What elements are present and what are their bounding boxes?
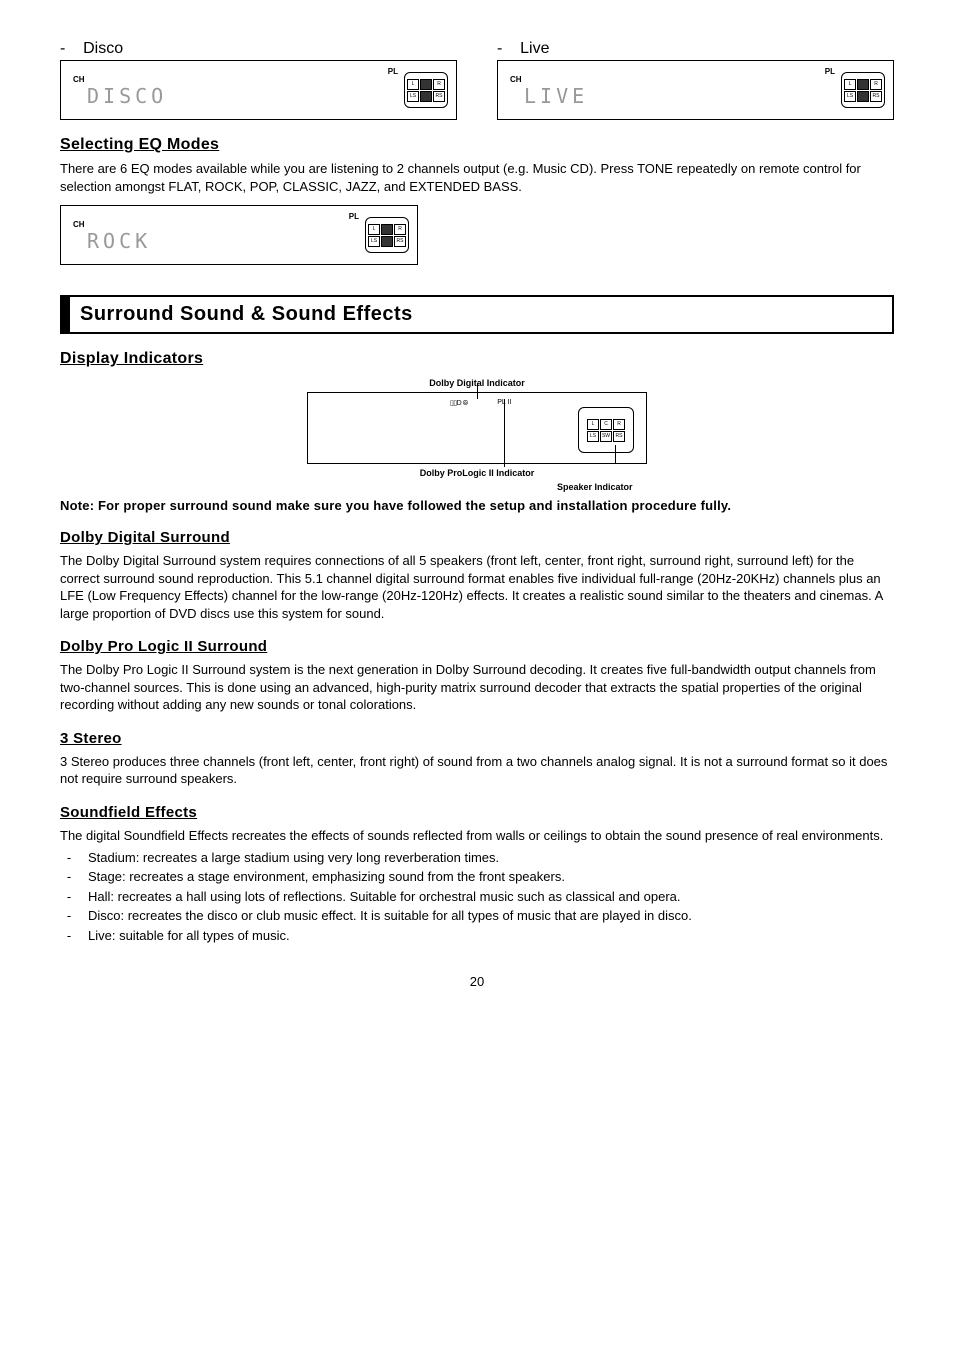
callout-line-icon <box>504 399 505 467</box>
list-item: - Stage: recreates a stage environment, … <box>60 868 894 886</box>
heading-dpl: Dolby Pro Logic II Surround <box>60 638 894 655</box>
note-text: Note: For proper surround sound make sur… <box>60 498 894 513</box>
ch-label: CH <box>73 220 365 229</box>
spk-ls: LS <box>587 431 599 442</box>
callout-line-icon <box>477 383 478 399</box>
heading-dds: Dolby Digital Surround <box>60 529 894 546</box>
eq-para: There are 6 EQ modes available while you… <box>60 160 894 195</box>
pl-label: PL <box>349 212 359 221</box>
mode-name: Live <box>520 40 549 57</box>
sfx-intro: The digital Soundfield Effects recreates… <box>60 827 894 845</box>
spk-sw: SW <box>600 431 612 442</box>
dash: - <box>60 40 65 57</box>
speaker-indicator-icon: L R LS RS <box>841 72 885 108</box>
speaker-indicator-icon: L R LS RS <box>365 217 409 253</box>
dash: - <box>497 40 502 57</box>
ch-label: CH <box>73 75 404 84</box>
dash-icon: - <box>60 888 78 906</box>
list-item: - Live: suitable for all types of music. <box>60 927 894 945</box>
speaker-indicator-icon: L R LS RS <box>404 72 448 108</box>
prologic-indicator-label: Dolby ProLogic II Indicator <box>307 468 647 478</box>
mode-name: Disco <box>83 40 123 57</box>
heading-3stereo: 3 Stereo <box>60 730 894 747</box>
list-text: Stage: recreates a stage environment, em… <box>88 868 565 886</box>
lcd-text: LIVE <box>524 86 841 106</box>
spk-r: R <box>613 419 625 430</box>
spk-l: L <box>587 419 599 430</box>
display-diagram: Dolby Digital Indicator ▯▯D ⦾ PL II L C … <box>307 378 647 478</box>
diagram-wrap: Dolby Digital Indicator ▯▯D ⦾ PL II L C … <box>60 378 894 478</box>
list-text: Stadium: recreates a large stadium using… <box>88 849 499 867</box>
list-item: - Disco: recreates the disco or club mus… <box>60 907 894 925</box>
heading-eq-modes: Selecting EQ Modes <box>60 136 894 154</box>
page-number: 20 <box>60 974 894 989</box>
heading-sfx: Soundfield Effects <box>60 804 894 821</box>
dash-icon: - <box>60 868 78 886</box>
stereo3-para: 3 Stereo produces three channels (front … <box>60 753 894 788</box>
dash-icon: - <box>60 849 78 867</box>
dds-para: The Dolby Digital Surround system requir… <box>60 552 894 622</box>
spk-rs: RS <box>613 431 625 442</box>
lcd-text: DISCO <box>87 86 404 106</box>
list-item: - Hall: recreates a hall using lots of r… <box>60 888 894 906</box>
dpl-para: The Dolby Pro Logic II Surround system i… <box>60 661 894 714</box>
section-bar-surround: Surround Sound & Sound Effects <box>60 295 894 334</box>
diagram-lcd-box: ▯▯D ⦾ PL II L C R LS SW RS <box>307 392 647 464</box>
mode-col-live: - Live CH LIVE PL L R LS RS <box>497 40 894 120</box>
ch-label: CH <box>510 75 841 84</box>
lcd-box-live: CH LIVE PL L R LS RS <box>497 60 894 120</box>
list-text: Hall: recreates a hall using lots of ref… <box>88 888 681 906</box>
pl-label: PL <box>388 67 398 76</box>
dash-icon: - <box>60 907 78 925</box>
speaker-indicator-icon: L C R LS SW RS <box>578 407 634 453</box>
lcd-text: ROCK <box>87 231 365 251</box>
mode-label: - Disco <box>60 40 457 58</box>
lcd-box-rock: CH ROCK PL L R LS RS <box>60 205 418 265</box>
mode-col-disco: - Disco CH DISCO PL L R LS RS <box>60 40 457 120</box>
dash-icon: - <box>60 927 78 945</box>
list-item: - Stadium: recreates a large stadium usi… <box>60 849 894 867</box>
mode-label: - Live <box>497 40 894 58</box>
heading-display-indicators: Display Indicators <box>60 350 894 368</box>
list-text: Disco: recreates the disco or club music… <box>88 907 692 925</box>
list-text: Live: suitable for all types of music. <box>88 927 290 945</box>
spk-c: C <box>600 419 612 430</box>
pl-label: PL <box>825 67 835 76</box>
lcd-box-disco: CH DISCO PL L R LS RS <box>60 60 457 120</box>
dolby-digital-icon: ▯▯D ⦾ <box>450 399 468 408</box>
mode-display-row: - Disco CH DISCO PL L R LS RS - Live CH … <box>60 40 894 120</box>
callout-line-icon <box>615 445 616 463</box>
speaker-indicator-label: Speaker Indicator <box>557 482 677 492</box>
